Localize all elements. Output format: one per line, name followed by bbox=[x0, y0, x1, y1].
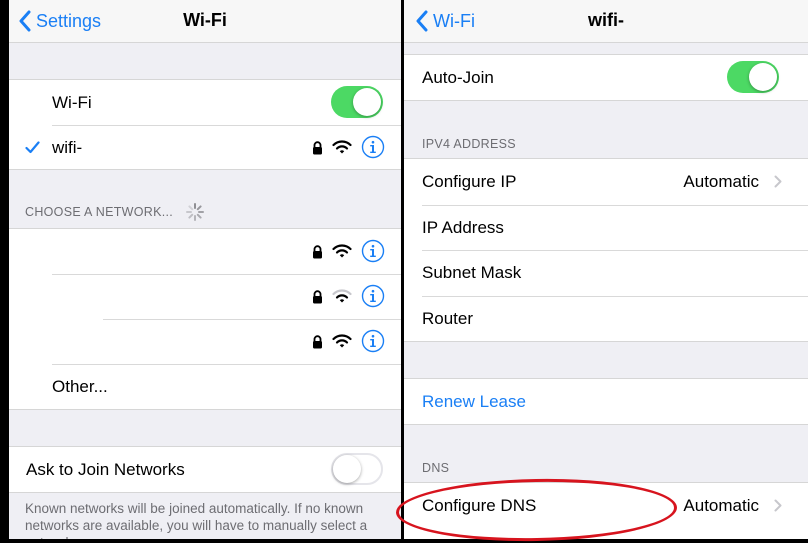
chevron-left-icon bbox=[416, 10, 428, 32]
router-row: Router bbox=[404, 296, 808, 341]
other-network-label: Other... bbox=[52, 376, 108, 396]
router-label: Router bbox=[422, 308, 474, 328]
configure-ip-label: Configure IP bbox=[422, 171, 517, 191]
chevron-right-icon bbox=[774, 499, 782, 512]
wifi-signal-icon bbox=[332, 244, 352, 258]
network-row[interactable] bbox=[9, 274, 401, 319]
configure-dns-value: Automatic bbox=[683, 495, 759, 515]
configure-ip-value: Automatic bbox=[683, 171, 759, 191]
subnet-mask-row: Subnet Mask bbox=[404, 250, 808, 295]
ask-to-join-row: Ask to Join Networks bbox=[9, 447, 401, 492]
wifi-toggle-row: Wi-Fi bbox=[9, 80, 401, 125]
choose-network-header: CHOOSE A NETWORK... bbox=[25, 205, 174, 219]
network-detail-pane: Wi-Fi wifi- Auto-Join IPV4 ADDRESS Confi… bbox=[404, 0, 808, 539]
connected-network-row[interactable]: wifi- bbox=[9, 125, 401, 170]
configure-ip-row[interactable]: Configure IP Automatic bbox=[404, 159, 808, 204]
wifi-toggle[interactable] bbox=[331, 86, 383, 118]
lock-icon bbox=[313, 141, 322, 155]
dns-header: DNS bbox=[422, 461, 450, 475]
ipv4-address-header: IPV4 ADDRESS bbox=[422, 137, 516, 151]
renew-lease-group: Renew Lease bbox=[404, 378, 808, 425]
wifi-toggle-label: Wi-Fi bbox=[52, 92, 92, 112]
back-button-label: Wi-Fi bbox=[433, 10, 475, 31]
back-button-settings[interactable]: Settings bbox=[18, 0, 101, 42]
configure-dns-row[interactable]: Configure DNS Automatic bbox=[404, 483, 808, 528]
back-button-wifi[interactable]: Wi-Fi bbox=[415, 0, 475, 42]
wifi-signal-icon bbox=[332, 140, 352, 154]
wifi-signal-icon bbox=[332, 334, 352, 348]
spinner-icon bbox=[186, 203, 204, 221]
ipv4-group: Configure IP Automatic IP Address Subnet… bbox=[404, 158, 808, 342]
navigation-bar: Wi-Fi wifi- bbox=[404, 0, 808, 43]
configure-dns-label: Configure DNS bbox=[422, 495, 537, 515]
info-icon[interactable] bbox=[361, 329, 385, 353]
renew-lease-label: Renew Lease bbox=[422, 391, 526, 411]
back-button-label: Settings bbox=[36, 10, 102, 31]
lock-icon bbox=[313, 290, 322, 304]
info-icon[interactable] bbox=[361, 135, 385, 159]
auto-join-label: Auto-Join bbox=[422, 67, 494, 87]
wifi-group: Wi-Fi wifi- bbox=[9, 79, 401, 170]
wifi-signal-icon bbox=[332, 289, 352, 303]
info-icon[interactable] bbox=[361, 239, 385, 263]
other-network-row[interactable]: Other... bbox=[9, 364, 401, 409]
navigation-bar: Settings Wi-Fi bbox=[9, 0, 401, 43]
ip-address-label: IP Address bbox=[422, 217, 504, 237]
ip-address-row: IP Address bbox=[404, 205, 808, 250]
chevron-left-icon bbox=[19, 10, 31, 32]
auto-join-row: Auto-Join bbox=[404, 55, 808, 100]
lock-icon bbox=[313, 245, 322, 259]
dns-group: Configure DNS Automatic bbox=[404, 482, 808, 539]
network-row[interactable] bbox=[9, 319, 401, 364]
info-icon[interactable] bbox=[361, 284, 385, 308]
renew-lease-button[interactable]: Renew Lease bbox=[404, 379, 808, 424]
network-list: Other... bbox=[9, 228, 401, 410]
chevron-right-icon bbox=[774, 175, 782, 188]
ask-to-join-label: Ask to Join Networks bbox=[26, 459, 185, 479]
checkmark-icon bbox=[25, 141, 40, 154]
auto-join-toggle[interactable] bbox=[727, 61, 779, 93]
wifi-settings-pane: Settings Wi-Fi Wi-Fi wifi- CHOOSE A NETW… bbox=[9, 0, 401, 539]
network-row[interactable] bbox=[9, 229, 401, 274]
ask-to-join-footer: Known networks will be joined automatica… bbox=[25, 501, 368, 539]
connected-network-name: wifi- bbox=[52, 137, 83, 157]
lock-icon bbox=[313, 335, 322, 349]
ask-to-join-toggle[interactable] bbox=[331, 453, 383, 485]
subnet-mask-label: Subnet Mask bbox=[422, 262, 522, 282]
auto-join-group: Auto-Join bbox=[404, 54, 808, 101]
ask-to-join-group: Ask to Join Networks bbox=[9, 446, 401, 493]
